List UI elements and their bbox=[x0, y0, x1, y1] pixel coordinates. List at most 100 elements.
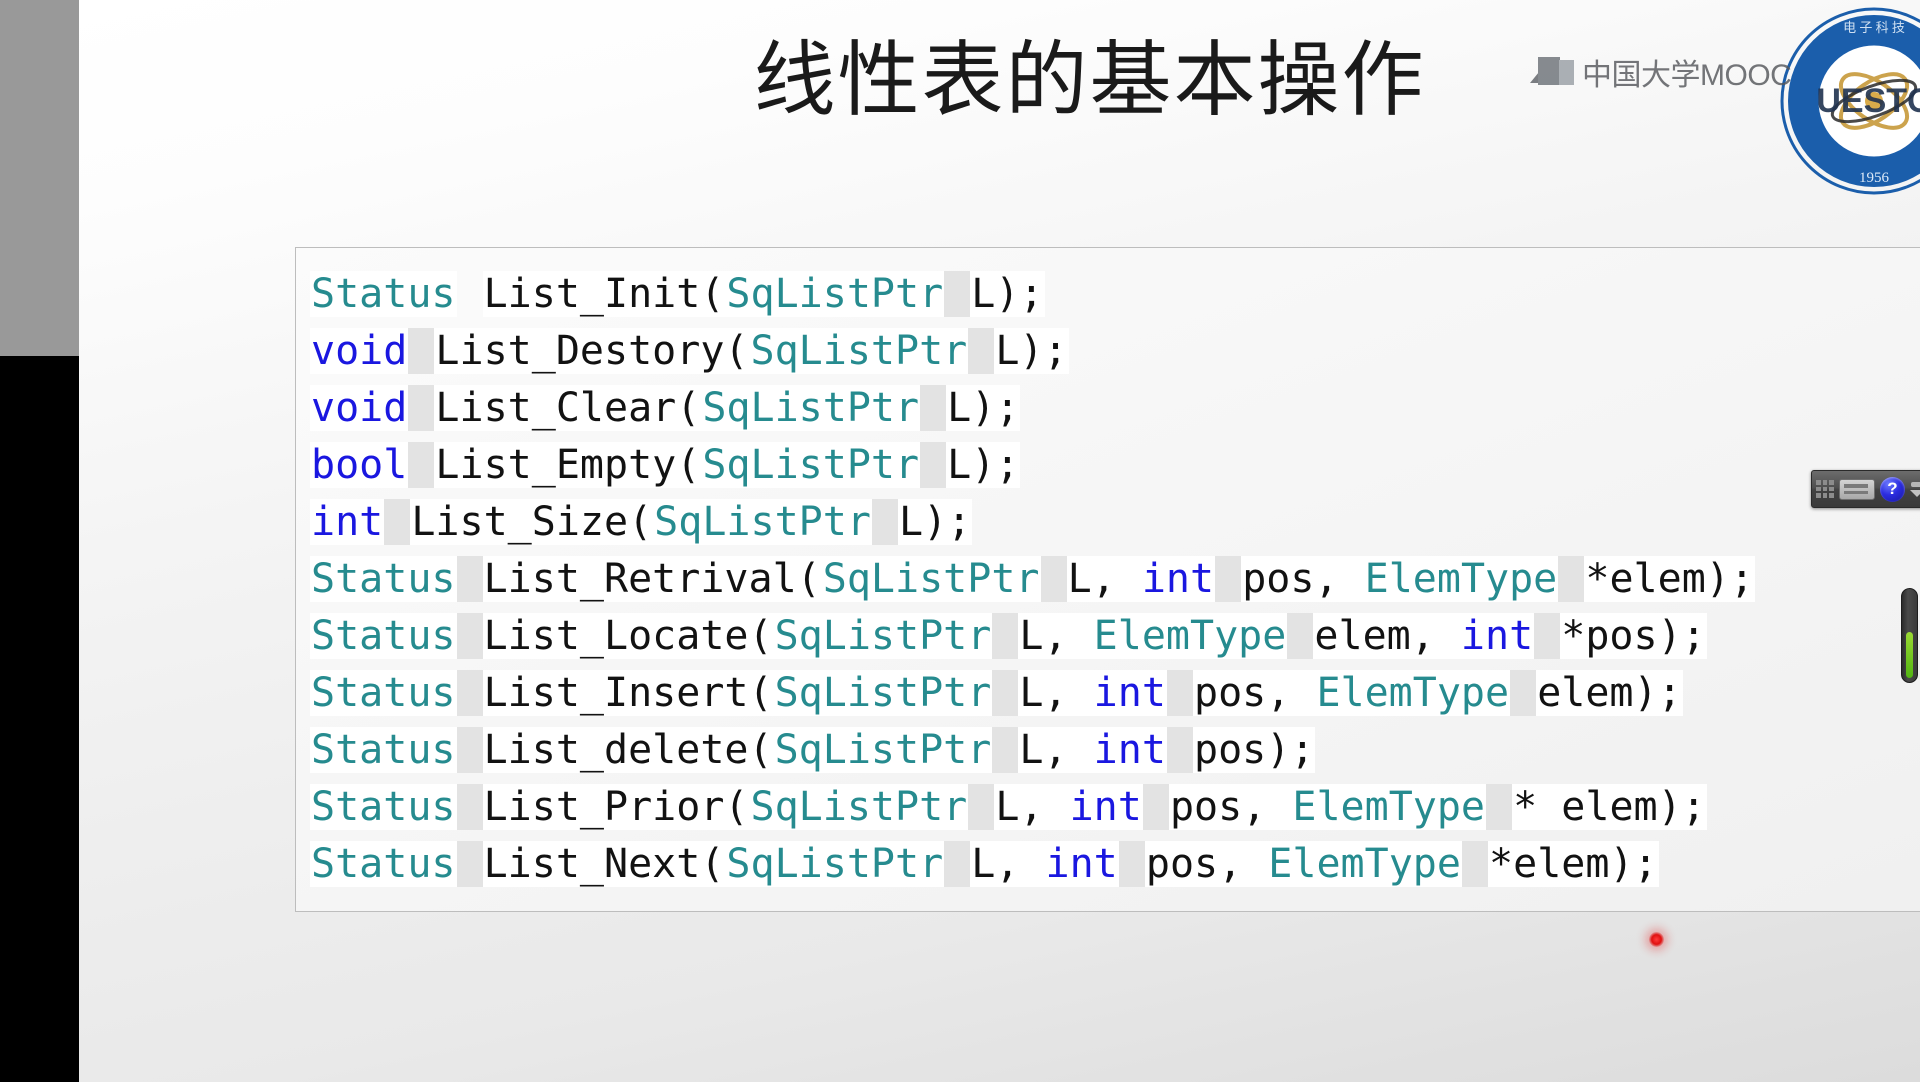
code-token: int bbox=[1140, 556, 1216, 602]
code-token: L); bbox=[970, 271, 1045, 317]
code-token: L, bbox=[994, 784, 1069, 830]
screen: 线性表的基本操作 中国大学MOOC 电 子 科 技 1956 UESTC Sta… bbox=[0, 0, 1920, 1082]
code-token: pos, bbox=[1193, 670, 1316, 716]
code-line: void List_Destory(SqListPtr L); bbox=[310, 323, 1920, 380]
code-token bbox=[1558, 556, 1585, 602]
code-line: Status List_Init(SqListPtr L); bbox=[310, 266, 1920, 323]
logo-year-text: 1956 bbox=[1859, 170, 1890, 186]
code-token: L); bbox=[994, 328, 1069, 374]
code-token bbox=[992, 613, 1019, 659]
code-token: L); bbox=[946, 385, 1021, 431]
code-token: SqListPtr bbox=[749, 784, 969, 830]
left-edge-bar-gray bbox=[0, 0, 79, 356]
code-token: Status bbox=[310, 613, 457, 659]
code-token bbox=[944, 841, 971, 887]
code-token: Status bbox=[310, 556, 457, 602]
help-icon[interactable]: ? bbox=[1880, 476, 1905, 502]
grid-icon[interactable] bbox=[1816, 480, 1834, 498]
code-token bbox=[408, 328, 435, 374]
svg-text:电 子 科 技: 电 子 科 技 bbox=[1843, 20, 1905, 35]
code-token: int bbox=[1092, 670, 1167, 716]
code-token bbox=[920, 442, 947, 488]
code-token: elem, bbox=[1313, 613, 1460, 659]
code-line: Status List_Insert(SqListPtr L, int pos,… bbox=[310, 665, 1920, 722]
code-token: List_delete( bbox=[482, 727, 774, 773]
code-token: SqListPtr bbox=[701, 442, 921, 488]
mooc-watermark: 中国大学MOOC bbox=[1530, 50, 1792, 94]
code-token bbox=[1142, 784, 1169, 830]
code-token: L, bbox=[1018, 727, 1093, 773]
code-token bbox=[456, 670, 483, 716]
volume-slider[interactable] bbox=[1901, 588, 1918, 683]
code-token: ElemType bbox=[1363, 556, 1559, 602]
code-token: Status bbox=[310, 271, 457, 317]
code-line: void List_Clear(SqListPtr L); bbox=[310, 380, 1920, 437]
code-listing: Status List_Init(SqListPtr L); void List_… bbox=[296, 248, 1920, 893]
code-token bbox=[1215, 556, 1242, 602]
code-token bbox=[1510, 670, 1537, 716]
code-token: ElemType bbox=[1315, 670, 1511, 716]
code-token bbox=[1287, 613, 1314, 659]
code-line: Status List_Next(SqListPtr L, int pos, E… bbox=[310, 836, 1920, 893]
code-token: SqListPtr bbox=[701, 385, 921, 431]
code-line: Status List_Locate(SqListPtr L, ElemType… bbox=[310, 608, 1920, 665]
code-token: L, bbox=[1066, 556, 1141, 602]
code-token bbox=[1166, 727, 1194, 773]
code-token bbox=[408, 442, 435, 488]
code-token bbox=[456, 784, 483, 830]
laser-pointer-dot bbox=[1649, 932, 1664, 947]
code-token: pos, bbox=[1168, 784, 1292, 830]
code-token: pos, bbox=[1144, 841, 1268, 887]
code-token bbox=[456, 556, 483, 602]
code-token bbox=[1118, 841, 1145, 887]
code-token bbox=[920, 385, 947, 431]
mooc-watermark-label: 中国大学MOOC bbox=[1582, 59, 1792, 92]
code-token: elem); bbox=[1536, 670, 1683, 716]
expand-collapse-arrows-icon[interactable] bbox=[1910, 481, 1920, 497]
code-token: List_Size( bbox=[410, 499, 654, 545]
code-token: List_Empty( bbox=[434, 442, 702, 488]
code-token: *elem); bbox=[1488, 841, 1659, 887]
code-token: Status bbox=[310, 841, 457, 887]
code-token: List_Retrival( bbox=[482, 556, 822, 602]
code-token: List_Next( bbox=[482, 841, 726, 887]
code-token: L); bbox=[898, 499, 973, 545]
code-token: SqListPtr bbox=[725, 271, 945, 317]
uestc-logo: 电 子 科 技 1956 UESTC bbox=[1779, 6, 1920, 196]
code-token: int bbox=[1459, 613, 1535, 659]
code-token: List_Prior( bbox=[482, 784, 750, 830]
code-line: Status List_Retrival(SqListPtr L, int po… bbox=[310, 551, 1920, 608]
code-token: ElemType bbox=[1092, 613, 1288, 659]
code-token: int bbox=[1092, 727, 1167, 773]
floating-toolbar[interactable]: ? bbox=[1811, 470, 1920, 508]
code-token: List_Destory( bbox=[434, 328, 750, 374]
code-token: List_Locate( bbox=[482, 613, 774, 659]
code-token: Status bbox=[310, 784, 457, 830]
code-token bbox=[384, 499, 411, 545]
logo-acronym-text: UESTC bbox=[1816, 82, 1920, 120]
code-token: int bbox=[310, 499, 385, 545]
code-token bbox=[1534, 613, 1561, 659]
left-edge-bar-black bbox=[0, 356, 79, 1082]
code-token: List_Clear( bbox=[434, 385, 702, 431]
code-token bbox=[1486, 784, 1513, 830]
code-token bbox=[456, 613, 483, 659]
keyboard-icon[interactable] bbox=[1839, 478, 1875, 500]
code-token: SqListPtr bbox=[653, 499, 872, 545]
code-token bbox=[871, 499, 899, 545]
code-token: SqListPtr bbox=[749, 328, 969, 374]
code-token: * elem); bbox=[1512, 784, 1707, 830]
code-line: int List_Size(SqListPtr L); bbox=[310, 494, 1920, 551]
code-token: L); bbox=[946, 442, 1021, 488]
code-token bbox=[1040, 556, 1067, 602]
code-token: List_Init( bbox=[482, 271, 726, 317]
code-token bbox=[456, 841, 483, 887]
code-token: pos, bbox=[1241, 556, 1364, 602]
code-token: SqListPtr bbox=[773, 727, 993, 773]
volume-slider-fill bbox=[1906, 632, 1913, 678]
code-token bbox=[456, 727, 483, 773]
code-token: Status bbox=[310, 727, 457, 773]
code-token: L, bbox=[970, 841, 1045, 887]
code-token bbox=[1461, 841, 1489, 887]
